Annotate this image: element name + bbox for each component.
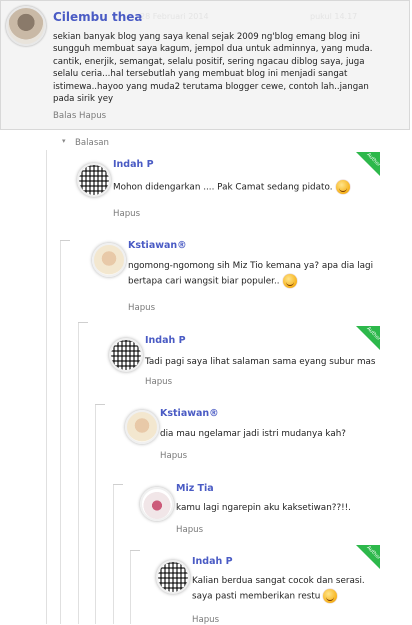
- comment-line: pada sirik yey: [53, 94, 114, 105]
- comment-date[interactable]: 28 Februari 2014: [140, 12, 209, 21]
- reply-text: Tadi pagi saya lihat salaman sama eyang …: [145, 357, 376, 367]
- smiley-icon: [335, 180, 350, 194]
- comment-line: cantik, enerjik, semangat, selalu positi…: [53, 56, 365, 67]
- reply-author-name[interactable]: Indah P: [145, 335, 186, 346]
- delete-link[interactable]: Hapus: [160, 451, 187, 461]
- thread-connector: [95, 404, 105, 405]
- reply-author-name[interactable]: Indah P: [113, 159, 154, 170]
- avatar[interactable]: [77, 163, 111, 197]
- reply-author-name[interactable]: Kstiawan®: [128, 240, 187, 251]
- thread-line: [130, 550, 131, 624]
- avatar[interactable]: [125, 410, 159, 444]
- thread-connector: [60, 240, 70, 241]
- reply-text-line: saya pasti memberikan restu: [192, 591, 321, 602]
- thread-line: [60, 240, 61, 624]
- thread-line: [95, 404, 96, 624]
- reply-text-line: bertapa cari wangsit biar populer..: [128, 276, 280, 287]
- delete-link[interactable]: Hapus: [113, 209, 140, 219]
- reply-delete-actions[interactable]: Balas Hapus: [53, 111, 106, 121]
- delete-link[interactable]: Hapus: [128, 303, 155, 313]
- reply-text-line: Mohon didengarkan .... Pak Camat sedang …: [113, 182, 333, 193]
- thread-connector: [113, 484, 123, 485]
- reply-text: dia mau ngelamar jadi istri mudanya kah?: [160, 429, 346, 439]
- comment-line: sekian banyak blog yang saya kenal sejak…: [53, 32, 361, 42]
- comment-line: sungguh membuat saya kagum, jempol dua u…: [53, 44, 373, 55]
- smiley-icon: [323, 589, 338, 603]
- delete-link[interactable]: Hapus: [145, 377, 172, 387]
- reply-author-name[interactable]: Kstiawan®: [160, 408, 219, 419]
- comment-author-name[interactable]: Cilembu thea: [53, 10, 143, 24]
- author-badge: Author: [356, 545, 380, 569]
- thread-connector: [78, 322, 88, 323]
- delete-link[interactable]: Hapus: [176, 525, 203, 535]
- reply-text: ngomong-ngomong sih Miz Tio kemana ya? a…: [128, 259, 373, 290]
- reply-text: kamu lagi ngarepin aku kaksetiwan??!!.: [176, 503, 351, 513]
- comment-time: pukul 14.17: [310, 12, 358, 21]
- comment-body: sekian banyak blog yang saya kenal sejak…: [53, 31, 399, 105]
- author-badge: Author: [356, 152, 380, 176]
- reply-author-name[interactable]: Indah P: [192, 556, 233, 567]
- comment-line: selalu ceria...hal tersebutlah yang memb…: [53, 69, 348, 80]
- author-badge: Author: [356, 326, 380, 350]
- avatar[interactable]: [140, 487, 174, 521]
- reply-text: Mohon didengarkan .... Pak Camat sedang …: [113, 180, 350, 196]
- thread-line: [46, 150, 47, 624]
- avatar[interactable]: [156, 560, 190, 594]
- thread-line: [113, 484, 114, 624]
- reply-text: Kalian berdua sangat cocok dan serasi. s…: [192, 574, 365, 605]
- reply-text-line: Kalian berdua sangat cocok dan serasi.: [192, 576, 365, 586]
- reply-author-name[interactable]: Miz Tia: [176, 483, 214, 494]
- thread-line: [78, 322, 79, 624]
- comment-line: istimewa..hayoo yang muda2 terutama blog…: [53, 81, 369, 92]
- thread-connector: [130, 550, 140, 551]
- smiley-icon: [282, 274, 297, 288]
- reply-text-line: ngomong-ngomong sih Miz Tio kemana ya? a…: [128, 261, 374, 271]
- avatar[interactable]: [92, 243, 126, 277]
- avatar[interactable]: [6, 6, 46, 46]
- chevron-down-icon[interactable]: ▾: [62, 137, 66, 145]
- avatar[interactable]: [109, 338, 143, 372]
- replies-toggle-label[interactable]: Balasan: [75, 138, 109, 148]
